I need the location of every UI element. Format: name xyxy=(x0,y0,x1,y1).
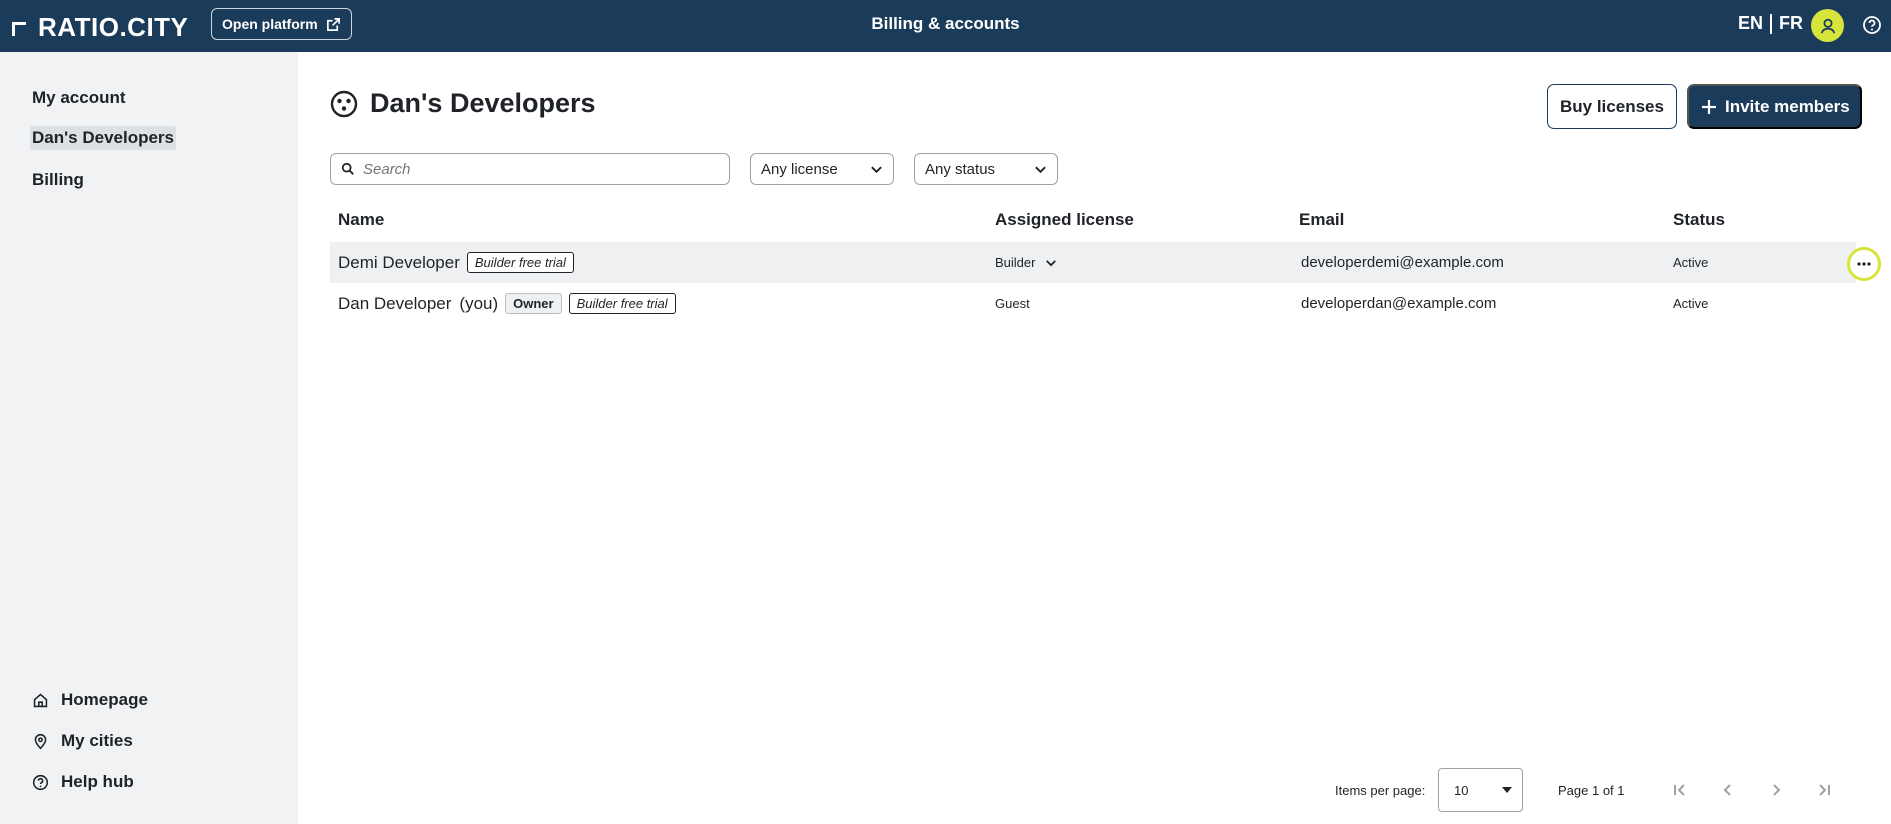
buy-licenses-button[interactable]: Buy licenses xyxy=(1547,84,1677,129)
plus-icon xyxy=(1702,99,1716,114)
logo[interactable]: RATIO.CITY xyxy=(10,12,188,43)
open-platform-label: Open platform xyxy=(222,16,318,32)
chevron-down-icon xyxy=(1046,259,1057,266)
more-horizontal-icon xyxy=(1857,262,1871,266)
page-title: Dan's Developers xyxy=(330,88,596,119)
trial-badge: Builder free trial xyxy=(466,252,574,273)
lang-divider xyxy=(1770,13,1773,34)
sidebar-item-my-cities[interactable]: My cities xyxy=(32,731,133,751)
invite-members-label: Invite members xyxy=(1725,96,1850,116)
lang-fr[interactable]: FR xyxy=(1779,13,1803,34)
license-value: Guest xyxy=(995,296,1030,311)
first-page-icon xyxy=(1674,784,1685,796)
status-filter-select[interactable]: Any status xyxy=(914,153,1058,185)
previous-page-button[interactable] xyxy=(1716,778,1740,802)
top-bar: RATIO.CITY Open platform Billing & accou… xyxy=(0,0,1891,52)
items-per-page-select[interactable]: 10 xyxy=(1438,768,1523,812)
owner-badge: Owner xyxy=(505,293,562,314)
email-cell: developerdemi@example.com xyxy=(1301,254,1504,271)
license-filter-select[interactable]: Any license xyxy=(750,153,894,185)
last-page-button[interactable] xyxy=(1812,778,1836,802)
more-options-button[interactable] xyxy=(1847,247,1881,281)
search-icon xyxy=(341,162,354,175)
member-name-cell: Dan Developer (you) Owner Builder free t… xyxy=(338,283,676,324)
license-value: Builder xyxy=(995,255,1036,270)
next-page-button[interactable] xyxy=(1764,778,1788,802)
column-header-status[interactable]: Status xyxy=(1673,210,1725,230)
help-icon[interactable] xyxy=(1862,15,1882,35)
sidebar-item-homepage[interactable]: Homepage xyxy=(32,690,148,710)
language-switcher: EN FR xyxy=(1738,13,1803,34)
last-page-icon xyxy=(1819,784,1830,796)
external-link-icon xyxy=(326,17,340,31)
first-page-button[interactable] xyxy=(1668,778,1692,802)
you-label: (you) xyxy=(459,293,499,313)
sidebar-item-label: My cities xyxy=(61,731,133,750)
items-per-page-value: 10 xyxy=(1454,782,1469,798)
sidebar-item-dans-developers[interactable]: Dan's Developers xyxy=(30,126,176,150)
member-name: Dan Developer xyxy=(338,293,452,313)
caret-down-icon xyxy=(1502,787,1512,793)
lang-en[interactable]: EN xyxy=(1738,13,1763,34)
search-input[interactable] xyxy=(363,160,703,178)
search-field[interactable] xyxy=(330,153,730,185)
map-pin-icon xyxy=(34,733,47,749)
license-dropdown[interactable]: Builder xyxy=(995,242,1057,283)
main-content: Dan's Developers Buy licenses Invite mem… xyxy=(298,52,1891,824)
email-cell: developerdan@example.com xyxy=(1301,295,1497,312)
team-icon xyxy=(330,90,358,117)
chevron-left-icon xyxy=(1723,784,1731,796)
column-header-name[interactable]: Name xyxy=(338,210,384,230)
avatar[interactable] xyxy=(1811,9,1844,42)
column-header-email[interactable]: Email xyxy=(1299,210,1344,230)
home-icon xyxy=(33,693,48,707)
table-row[interactable]: Demi Developer Builder free trial Builde… xyxy=(330,242,1881,283)
status-filter-value: Any status xyxy=(925,160,996,178)
status-cell: Active xyxy=(1673,296,1709,311)
help-icon xyxy=(32,774,49,790)
logo-text: RATIO.CITY xyxy=(38,12,189,42)
page-title-text: Dan's Developers xyxy=(370,88,596,118)
license-filter-value: Any license xyxy=(761,160,838,178)
trial-badge: Builder free trial xyxy=(568,293,676,314)
sidebar-item-billing[interactable]: Billing xyxy=(32,168,84,192)
status-cell: Active xyxy=(1673,255,1709,270)
logo-mark-icon xyxy=(10,18,30,38)
sidebar-item-label: Homepage xyxy=(61,690,148,709)
sidebar-item-label: Help hub xyxy=(61,772,134,791)
invite-members-button[interactable]: Invite members xyxy=(1687,84,1862,129)
chevron-down-icon xyxy=(1035,166,1046,173)
sidebar: My account Dan's Developers Billing Home… xyxy=(0,52,298,824)
open-platform-button[interactable]: Open platform xyxy=(211,8,352,40)
sidebar-item-help-hub[interactable]: Help hub xyxy=(32,772,134,792)
chevron-right-icon xyxy=(1773,784,1781,796)
member-name: Demi Developer xyxy=(338,252,460,272)
member-name-cell: Demi Developer Builder free trial xyxy=(338,242,574,283)
chevron-down-icon xyxy=(871,166,882,173)
items-per-page-label: Items per page: xyxy=(1335,782,1426,798)
page-info: Page 1 of 1 xyxy=(1558,782,1625,798)
sidebar-item-my-account[interactable]: My account xyxy=(32,86,126,110)
column-header-license[interactable]: Assigned license xyxy=(995,210,1134,230)
table-row[interactable]: Dan Developer (you) Owner Builder free t… xyxy=(330,283,1856,324)
user-icon xyxy=(1820,18,1835,33)
